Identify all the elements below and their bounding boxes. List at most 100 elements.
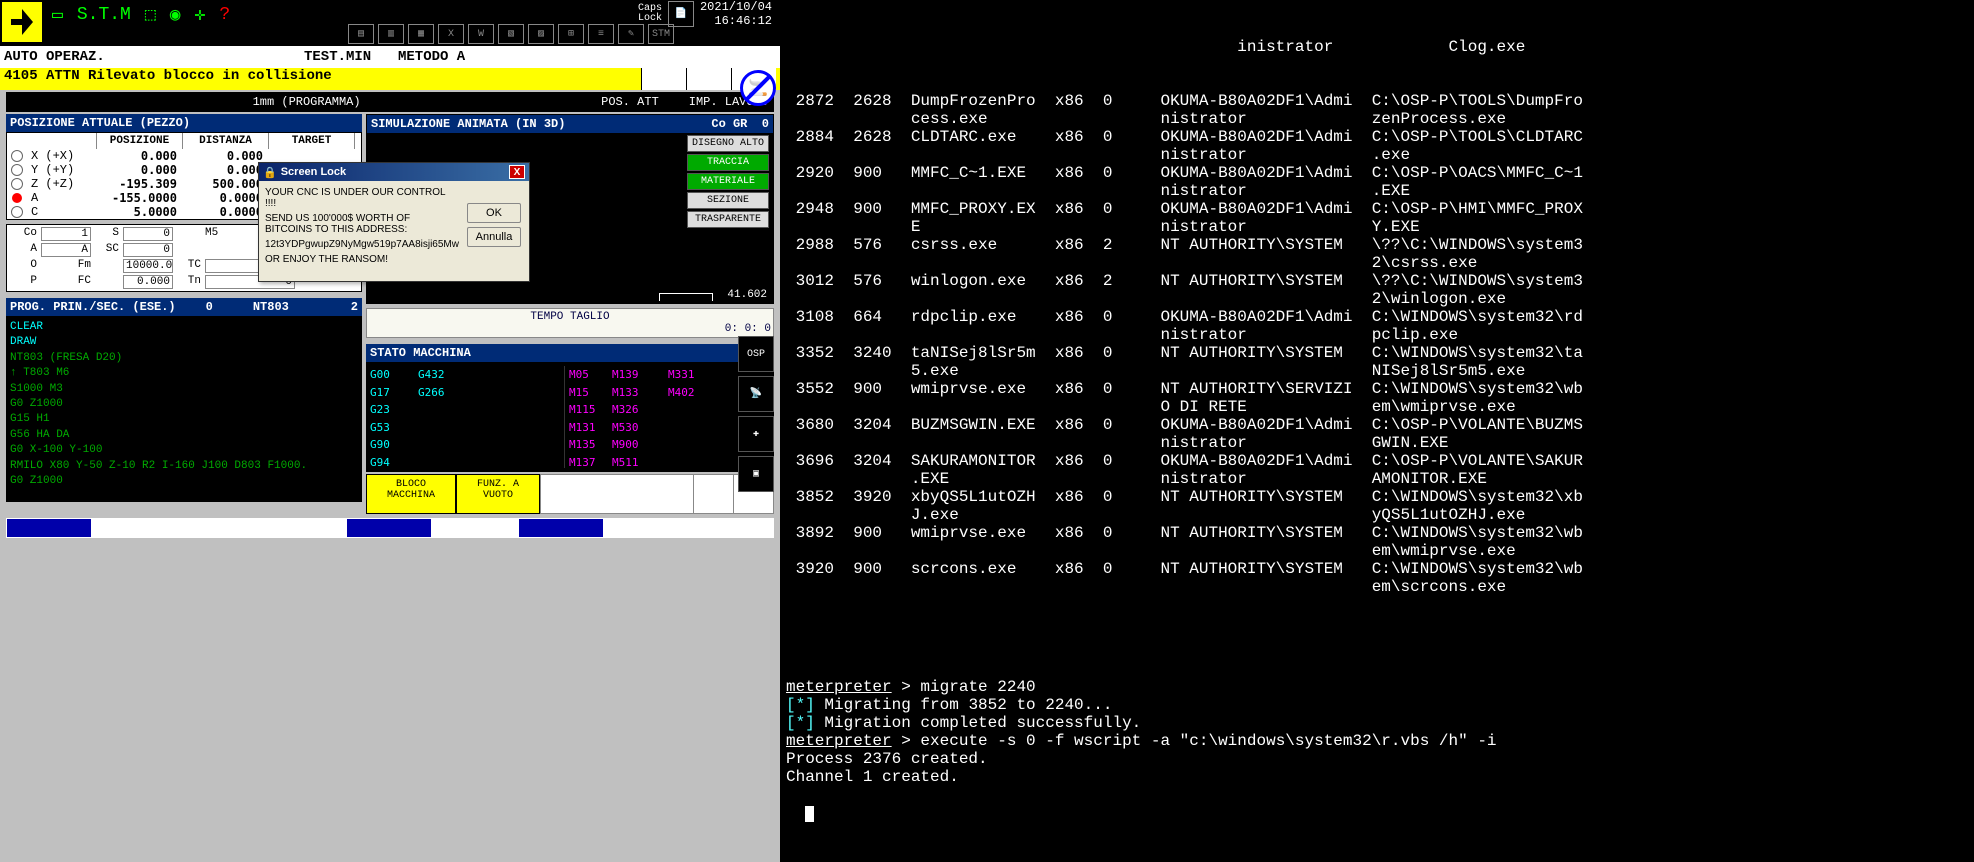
alarm-text: 4105 ATTN Rilevato blocco in collisione [4,68,641,90]
process-list: 2872 2628 DumpFrozenPro x86 0 OKUMA-B80A… [786,92,1968,596]
tb-icon-4[interactable]: X [438,24,464,44]
machine-header: STATO MACCHINA [366,344,774,362]
osp-icon[interactable]: OSP [738,336,774,372]
sim-button[interactable]: SEZIONE [687,192,769,209]
process-row: 2920 900 MMFC_C~1.EXE x86 0 OKUMA-B80A02… [786,164,1968,182]
process-row: nistrator .EXE [786,182,1968,200]
prog-panel-header: PROG. PRIN./SEC. (ESE.) 0 NT803 2 [6,298,362,316]
program-code[interactable]: CLEARDRAWNT803 (FRESA D20)↑ T803 M6S1000… [6,316,362,502]
dialog-line3: 12t3YDPgwupZ9NyMgw519p7AA8isji65Mw [265,239,459,250]
cnc-hmi-pane: ▭ S.T.M ⬚ ◉ ✛ ? ▤ ▥ ▦ X W ▧ ▨ ⊞ ≡ ✎ STM … [0,0,780,862]
dialog-line1: YOUR CNC IS UNDER OUR CONTROL !!!! [265,187,459,209]
cancel-button[interactable]: Annulla [467,227,521,247]
process-row: O DI RETE em\wmiprvse.exe [786,398,1968,416]
process-row: 3920 900 scrcons.exe x86 0 NT AUTHORITY\… [786,560,1968,578]
pos-header-0: POSIZIONE [97,133,183,149]
back-arrow-icon[interactable] [2,2,42,42]
mb-icon-1[interactable]: ▭ [693,475,733,513]
window-icon[interactable]: ▣ [738,456,774,492]
axis-radio[interactable] [7,205,27,219]
header-row: AUTO OPERAZ. TEST.MIN METODO A [0,46,780,68]
terminal-pane[interactable]: inistrator Clog.exe 2872 2628 DumpFrozen… [780,0,1974,862]
process-row: 2\csrss.exe [786,254,1968,272]
time-label: 16:46:12 [700,14,772,28]
terminal-lines: meterpreter > migrate 2240[*] Migrating … [786,678,1968,786]
screen-lock-dialog: 🔒 Screen Lock X YOUR CNC IS UNDER OUR CO… [258,162,530,282]
process-row: nistrator .exe [786,146,1968,164]
stm-label: S.T.M [77,5,131,25]
file-label: TEST.MIN [304,49,398,65]
tb-icon-6[interactable]: ▧ [498,24,524,44]
trailing-top: inistrator Clog.exe [786,38,1968,56]
sim-button[interactable]: TRACCIA [687,154,769,171]
help-icon[interactable]: ? [219,5,230,25]
process-row: 2988 576 csrss.exe x86 2 NT AUTHORITY\SY… [786,236,1968,254]
process-row: 2\winlogon.exe [786,290,1968,308]
dialog-line4: OR ENJOY THE RANSOM! [265,254,459,265]
terminal-line: Channel 1 created. [786,768,1968,786]
sim-button[interactable]: MATERIALE [687,173,769,190]
crosshair-icon: ✛ [195,4,206,26]
comm-icon[interactable]: 📡 [738,376,774,412]
process-row: 3012 576 winlogon.exe x86 2 NT AUTHORITY… [786,272,1968,290]
bottom-bar [6,518,774,538]
process-row: 3108 664 rdpclip.exe x86 0 OKUMA-B80A02D… [786,308,1968,326]
machine-tab-dry[interactable]: FUNZ. A VUOTO [456,474,540,514]
tb-icon-10[interactable]: ✎ [618,24,644,44]
axis-radio[interactable] [7,177,27,191]
position-title: POSIZIONE ATTUALE (PEZZO) [10,116,190,130]
process-row: nistrator GWIN.EXE [786,434,1968,452]
close-icon[interactable]: X [509,165,525,179]
axis-radio[interactable] [7,191,27,205]
process-row: 2872 2628 DumpFrozenPro x86 0 OKUMA-B80A… [786,92,1968,110]
lock-icon: 🔒 [263,166,277,179]
cycle-icon: ◉ [170,4,181,26]
process-row: 3552 900 wmiprvse.exe x86 0 NT AUTHORITY… [786,380,1968,398]
prog-bar-center: 1mm (PROGRAMMA) [253,95,361,109]
terminal-line: Process 2376 created. [786,750,1968,768]
pos-header-1: DISTANZA [183,133,269,149]
date-label: 2021/10/04 [700,0,772,14]
tb-icon-3[interactable]: ▦ [408,24,434,44]
ok-button[interactable]: OK [467,203,521,223]
sim-button[interactable]: TRASPARENTE [687,211,769,228]
axis-radio[interactable] [7,163,27,177]
sim-panel-header: SIMULAZIONE ANIMATA (IN 3D) Co GR 0 [367,115,773,133]
tb-icon-1[interactable]: ▤ [348,24,374,44]
caps-lock-label: Caps Lock [638,4,662,24]
dialog-line2: SEND US 100'000$ WORTH OF BITCOINS TO TH… [265,213,459,235]
pos-att-label: POS. ATT [601,95,659,109]
process-row: 3852 3920 xbyQS5L1utOZH x86 0 NT AUTHORI… [786,488,1968,506]
process-row: 3892 900 wmiprvse.exe x86 0 NT AUTHORITY… [786,524,1968,542]
process-row: 3696 3204 SAKURAMONITOR x86 0 OKUMA-B80A… [786,452,1968,470]
method-label: METODO A [398,49,465,65]
tempo-box: TEMPO TAGLIO 0: 0: 0 [366,308,774,338]
tb-icon-2[interactable]: ▥ [378,24,404,44]
dialog-title-text: Screen Lock [281,166,346,178]
axis-radio[interactable] [7,149,27,163]
machine-bottom: BLOCO MACCHINA FUNZ. A VUOTO ▭ ▤ [366,474,774,514]
process-row: .EXE nistrator AMONITOR.EXE [786,470,1968,488]
tb-icon-7[interactable]: ▨ [528,24,554,44]
terminal-line: meterpreter > migrate 2240 [786,678,1968,696]
axis-row: X (+X) 0.000 0.000 [7,149,361,163]
machine-tab-block[interactable]: BLOCO MACCHINA [366,474,456,514]
cursor [805,806,814,822]
process-row: J.exe yQS5L1utOZHJ.exe [786,506,1968,524]
medical-icon[interactable]: ✚ [738,416,774,452]
topbar: ▭ S.T.M ⬚ ◉ ✛ ? ▤ ▥ ▦ X W ▧ ▨ ⊞ ≡ ✎ STM … [0,0,780,46]
tb-icon-8[interactable]: ⊞ [558,24,584,44]
sim-button[interactable]: DISEGNO ALTO [687,135,769,152]
datetime: 2021/10/04 16:46:12 [700,0,772,29]
tb-icon-11[interactable]: STM [648,24,674,44]
cash-icon: ⬚ [145,4,156,26]
position-panel-header: POSIZIONE ATTUALE (PEZZO) [6,114,362,132]
terminal-line: [*] Migration completed successfully. [786,714,1968,732]
process-row: E nistrator Y.EXE [786,218,1968,236]
tb-icon-9[interactable]: ≡ [588,24,614,44]
toolbar-icons: ▤ ▥ ▦ X W ▧ ▨ ⊞ ≡ ✎ STM [348,24,674,44]
tb-icon-5[interactable]: W [468,24,494,44]
dialog-titlebar[interactable]: 🔒 Screen Lock X [259,163,529,181]
sim-scale: 41.602 [727,289,767,301]
process-row: 5.exe NISej8lSr5m5.exe [786,362,1968,380]
